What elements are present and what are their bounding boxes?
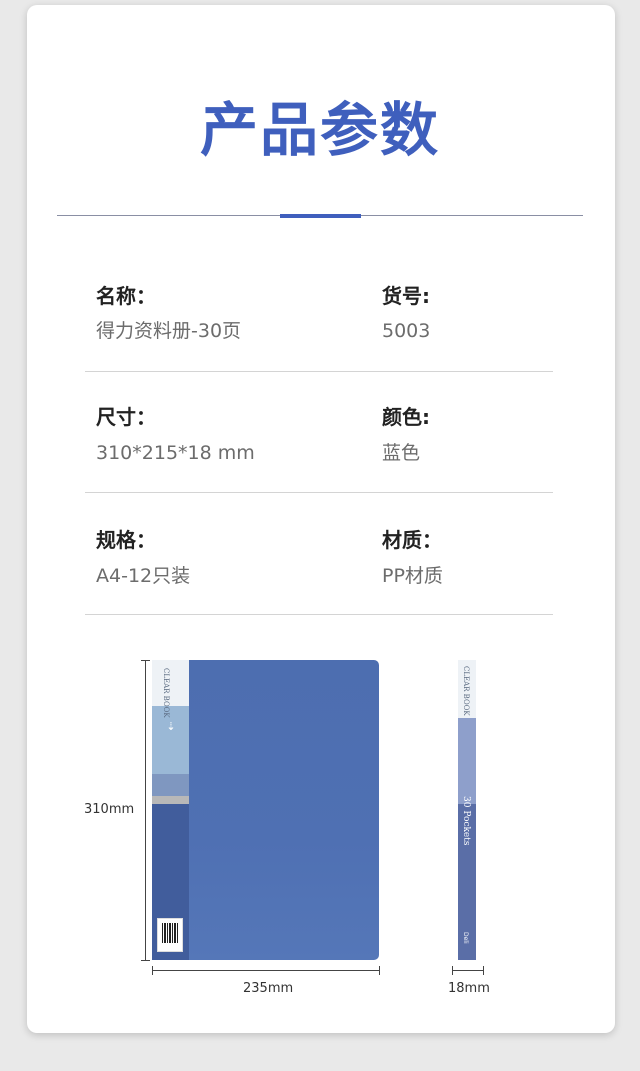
brand-logo: Deli <box>462 932 469 944</box>
barcode-icon <box>157 918 183 952</box>
arrow-down-icon: ⇣ <box>166 720 176 733</box>
size-value: 310*215*18 mm <box>96 442 255 464</box>
color-value: 蓝色 <box>382 442 421 464</box>
spec-value: A4-12只装 <box>96 565 191 587</box>
thickness-dimension-line <box>452 970 484 971</box>
height-label: 310mm <box>84 802 135 817</box>
material-value: PP材质 <box>382 565 443 587</box>
width-label: 235mm <box>243 981 294 996</box>
row-divider <box>85 492 553 493</box>
material-label: 材质： <box>382 528 442 552</box>
side-label: CLEAR BOOK <box>462 666 470 716</box>
title-divider-accent <box>280 214 361 218</box>
folder-cover <box>189 660 379 960</box>
item-no-value: 5003 <box>382 320 431 342</box>
side-pages-label: 30 Pockets <box>461 796 471 846</box>
name-value: 得力资料册-30页 <box>96 320 242 342</box>
spine-label: CLEAR BOOK <box>162 668 170 718</box>
row-divider <box>85 371 553 372</box>
height-dimension-line <box>145 660 146 960</box>
size-label: 尺寸： <box>96 405 156 429</box>
row-divider <box>85 614 553 615</box>
width-dimension-line <box>152 970 380 971</box>
page-title: 产品参数 <box>199 96 440 164</box>
thickness-label: 18mm <box>448 981 490 996</box>
name-label: 名称： <box>96 284 156 308</box>
spec-label: 规格： <box>96 528 156 552</box>
folder-spine: CLEAR BOOK ⇣ <box>152 660 189 960</box>
item-no-label: 货号: <box>382 284 430 308</box>
folder-side-view: CLEAR BOOK 30 Pockets Deli <box>458 660 476 960</box>
color-label: 颜色: <box>382 405 430 429</box>
